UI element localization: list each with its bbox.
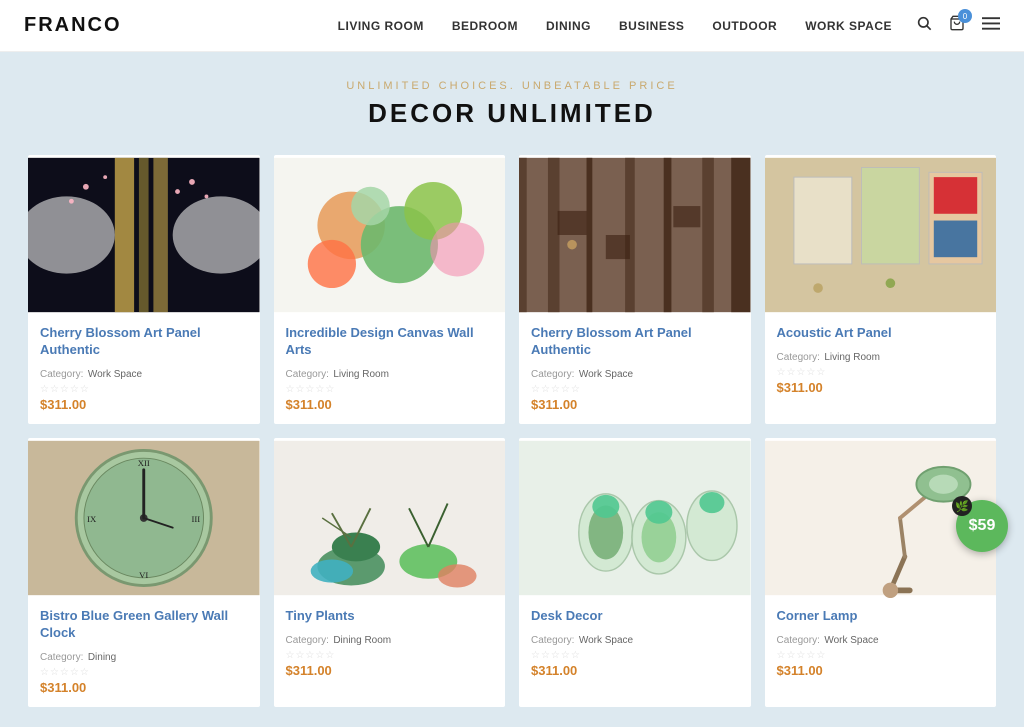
search-button[interactable] xyxy=(916,15,932,36)
product-title-p6[interactable]: Tiny Plants xyxy=(286,608,494,625)
product-image-p3 xyxy=(519,155,751,315)
product-category-p4: Living Room xyxy=(824,352,880,363)
category-label: Category: xyxy=(286,369,329,380)
product-image-p6 xyxy=(274,438,506,598)
category-label: Category: xyxy=(777,352,820,363)
site-logo[interactable]: FRANCO xyxy=(24,14,122,37)
hero-section: UNLIMITED CHOICES. UNBEATABLE PRICE DECO… xyxy=(0,52,1024,145)
hero-subtitle: UNLIMITED CHOICES. UNBEATABLE PRICE xyxy=(0,80,1024,92)
product-info-p7: Desk Decor Category: Work Space ☆☆☆☆☆ $3… xyxy=(519,598,751,690)
product-card-p6[interactable]: Tiny Plants Category: Dining Room ☆☆☆☆☆ … xyxy=(274,438,506,707)
category-label: Category: xyxy=(531,635,574,646)
category-label: Category: xyxy=(531,369,574,380)
product-title-p7[interactable]: Desk Decor xyxy=(531,608,739,625)
nav-item-outdoor[interactable]: OUTDOOR xyxy=(712,19,777,33)
product-price-p7: $311.00 xyxy=(531,663,739,678)
product-image-p7 xyxy=(519,438,751,598)
product-stars-p6: ☆☆☆☆☆ xyxy=(286,650,494,661)
product-stars-p3: ☆☆☆☆☆ xyxy=(531,384,739,395)
product-price-p2: $311.00 xyxy=(286,397,494,412)
product-card-p2[interactable]: Incredible Design Canvas Wall Arts Categ… xyxy=(274,155,506,424)
product-info-p1: Cherry Blossom Art Panel Authentic Categ… xyxy=(28,315,260,424)
product-info-p8: Corner Lamp Category: Work Space ☆☆☆☆☆ $… xyxy=(765,598,997,690)
product-price-p5: $311.00 xyxy=(40,680,248,695)
category-label: Category: xyxy=(40,369,83,380)
product-info-p5: Bistro Blue Green Gallery Wall Clock Cat… xyxy=(28,598,260,707)
svg-text:VI: VI xyxy=(139,570,148,580)
product-title-p2[interactable]: Incredible Design Canvas Wall Arts xyxy=(286,325,494,359)
product-info-p2: Incredible Design Canvas Wall Arts Categ… xyxy=(274,315,506,424)
nav-item-living-room[interactable]: LIVING ROOM xyxy=(338,19,424,33)
product-price-p3: $311.00 xyxy=(531,397,739,412)
cart-badge: 0 xyxy=(958,9,972,23)
product-title-p4[interactable]: Acoustic Art Panel xyxy=(777,325,985,342)
product-price-p8: $311.00 xyxy=(777,663,985,678)
product-info-p6: Tiny Plants Category: Dining Room ☆☆☆☆☆ … xyxy=(274,598,506,690)
product-stars-p4: ☆☆☆☆☆ xyxy=(777,367,985,378)
product-image-p2 xyxy=(274,155,506,315)
product-category-p1: Work Space xyxy=(88,369,142,380)
product-card-p5[interactable]: XII III VI IX Bistro Blue Green Gallery … xyxy=(28,438,260,707)
product-price-p1: $311.00 xyxy=(40,397,248,412)
product-category-p2: Living Room xyxy=(333,369,389,380)
product-stars-p1: ☆☆☆☆☆ xyxy=(40,384,248,395)
product-category-p3: Work Space xyxy=(579,369,633,380)
product-category-p8: Work Space xyxy=(824,635,878,646)
product-card-p8[interactable]: Corner Lamp Category: Work Space ☆☆☆☆☆ $… xyxy=(765,438,997,707)
product-info-p3: Cherry Blossom Art Panel Authentic Categ… xyxy=(519,315,751,424)
svg-text:IX: IX xyxy=(87,514,97,524)
leaf-icon: 🌿 xyxy=(952,496,972,516)
nav-item-workspace[interactable]: WORK SPACE xyxy=(805,19,892,33)
product-image-p1 xyxy=(28,155,260,315)
floating-promo-button[interactable]: 🌿 $59 xyxy=(956,500,1008,552)
category-label: Category: xyxy=(286,635,329,646)
product-category-p7: Work Space xyxy=(579,635,633,646)
menu-button[interactable] xyxy=(982,15,1000,36)
product-grid: Cherry Blossom Art Panel Authentic Categ… xyxy=(0,145,1024,727)
category-label: Category: xyxy=(40,652,83,663)
product-price-p4: $311.00 xyxy=(777,380,985,395)
hero-title: DECOR UNLIMITED xyxy=(0,98,1024,129)
product-title-p1[interactable]: Cherry Blossom Art Panel Authentic xyxy=(40,325,248,359)
svg-text:III: III xyxy=(192,514,201,524)
product-card-p7[interactable]: Desk Decor Category: Work Space ☆☆☆☆☆ $3… xyxy=(519,438,751,707)
site-header: FRANCO LIVING ROOM BEDROOM DINING BUSINESS O… xyxy=(0,0,1024,52)
nav-item-dining[interactable]: DINING xyxy=(546,19,591,33)
nav-item-business[interactable]: BUSINESS xyxy=(619,19,684,33)
product-stars-p2: ☆☆☆☆☆ xyxy=(286,384,494,395)
product-stars-p8: ☆☆☆☆☆ xyxy=(777,650,985,661)
product-info-p4: Acoustic Art Panel Category: Living Room… xyxy=(765,315,997,407)
nav-item-bedroom[interactable]: BEDROOM xyxy=(452,19,518,33)
product-title-p3[interactable]: Cherry Blossom Art Panel Authentic xyxy=(531,325,739,359)
product-price-p6: $311.00 xyxy=(286,663,494,678)
header-icons: 0 xyxy=(916,15,1000,36)
product-card-p4[interactable]: Acoustic Art Panel Category: Living Room… xyxy=(765,155,997,424)
product-image-p4 xyxy=(765,155,997,315)
product-image-p5: XII III VI IX xyxy=(28,438,260,598)
product-title-p8[interactable]: Corner Lamp xyxy=(777,608,985,625)
product-title-p5[interactable]: Bistro Blue Green Gallery Wall Clock xyxy=(40,608,248,642)
product-stars-p7: ☆☆☆☆☆ xyxy=(531,650,739,661)
product-category-p6: Dining Room xyxy=(333,635,391,646)
main-nav: LIVING ROOM BEDROOM DINING BUSINESS OUTDOOR W… xyxy=(338,19,892,33)
product-card-p3[interactable]: Cherry Blossom Art Panel Authentic Categ… xyxy=(519,155,751,424)
svg-text:XII: XII xyxy=(138,458,150,468)
product-category-p5: Dining xyxy=(88,652,116,663)
product-card-p1[interactable]: Cherry Blossom Art Panel Authentic Categ… xyxy=(28,155,260,424)
cart-button[interactable]: 0 xyxy=(948,15,966,36)
floating-price: $59 xyxy=(969,517,996,535)
category-label: Category: xyxy=(777,635,820,646)
product-stars-p5: ☆☆☆☆☆ xyxy=(40,667,248,678)
